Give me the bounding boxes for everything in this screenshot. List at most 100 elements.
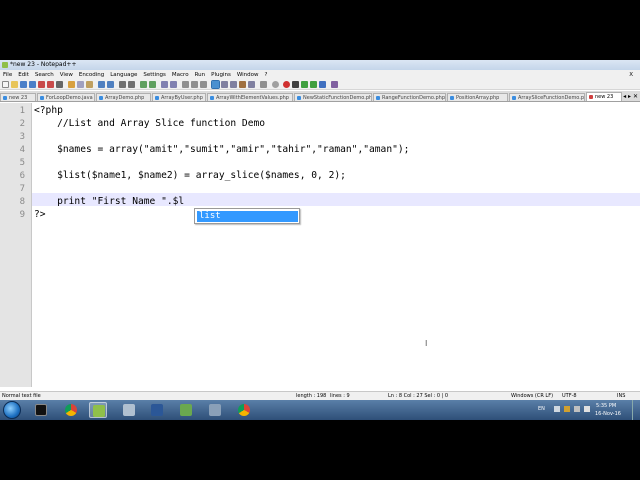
menu-plugins[interactable]: Plugins bbox=[208, 70, 234, 80]
code-line[interactable]: //List and Array Slice function Demo bbox=[34, 118, 265, 130]
editor[interactable]: 1 2 3 4 5 6 7 8 9 <?php //List and Array… bbox=[0, 103, 640, 387]
doc-map-icon[interactable] bbox=[221, 81, 228, 88]
stop-macro-icon[interactable] bbox=[292, 81, 299, 88]
code-line[interactable]: ?> bbox=[34, 209, 46, 221]
paste-icon[interactable] bbox=[86, 81, 93, 88]
tab-arraywithelementvalues[interactable]: ArrayWithElementValues.php bbox=[207, 93, 293, 101]
language-indicator[interactable]: EN bbox=[538, 406, 545, 412]
save-macro-icon[interactable] bbox=[319, 81, 326, 88]
tab-rangefunctiondemo[interactable]: RangeFunctionDemo.php bbox=[373, 93, 446, 101]
run-macro-multiple-icon[interactable] bbox=[310, 81, 317, 88]
menu-window[interactable]: Window bbox=[234, 70, 262, 80]
taskbar-network[interactable] bbox=[206, 402, 224, 418]
tab-new-23-active[interactable]: new 23 bbox=[586, 92, 622, 101]
line-number: 5 bbox=[19, 158, 25, 168]
replace-icon[interactable] bbox=[128, 81, 135, 88]
open-file-icon[interactable] bbox=[11, 81, 18, 88]
menu-file[interactable]: File bbox=[0, 70, 15, 80]
menu-view[interactable]: View bbox=[57, 70, 76, 80]
zoom-out-icon[interactable] bbox=[149, 81, 156, 88]
tab-positionarray[interactable]: PositionArray.php bbox=[447, 93, 508, 101]
taskbar-chrome[interactable] bbox=[62, 402, 80, 418]
function-list-icon[interactable] bbox=[230, 81, 237, 88]
autocomplete-popup: list bbox=[194, 208, 300, 224]
code-line[interactable]: print "First Name ".$l bbox=[34, 196, 184, 208]
taskbar-word[interactable] bbox=[148, 402, 166, 418]
menu-language[interactable]: Language bbox=[107, 70, 140, 80]
undo-icon[interactable] bbox=[98, 81, 105, 88]
code-line[interactable]: <?php bbox=[34, 105, 63, 117]
network-icon[interactable] bbox=[574, 406, 580, 412]
taskbar-tool[interactable] bbox=[120, 402, 138, 418]
user-language-icon[interactable] bbox=[211, 80, 220, 89]
close-all-icon[interactable] bbox=[47, 81, 54, 88]
window-title: *new 23 - Notepad++ bbox=[10, 61, 77, 68]
tray-flag-icon[interactable] bbox=[564, 406, 570, 412]
notepadpp-icon bbox=[2, 62, 8, 68]
redo-icon[interactable] bbox=[107, 81, 114, 88]
menu-encoding[interactable]: Encoding bbox=[76, 70, 107, 80]
show-all-chars-icon[interactable] bbox=[191, 81, 198, 88]
sync-scroll-v-icon[interactable] bbox=[161, 81, 168, 88]
line-number: 1 bbox=[19, 106, 25, 116]
clock-time[interactable]: 5:35 PM bbox=[596, 403, 616, 409]
monitor-icon[interactable] bbox=[248, 81, 255, 88]
line-number-gutter: 1 2 3 4 5 6 7 8 9 bbox=[0, 103, 32, 387]
close-document-button[interactable]: X bbox=[626, 70, 636, 80]
save-icon[interactable] bbox=[20, 81, 27, 88]
word-wrap-icon[interactable] bbox=[182, 81, 189, 88]
taskbar-notepadpp[interactable] bbox=[89, 402, 107, 418]
zoom-in-icon[interactable] bbox=[140, 81, 147, 88]
tab-nav-controls[interactable]: ◂ ▸ ✕ bbox=[623, 93, 638, 100]
sync-scroll-h-icon[interactable] bbox=[170, 81, 177, 88]
line-number: 3 bbox=[19, 132, 25, 142]
indent-guide-icon[interactable] bbox=[200, 81, 207, 88]
menu-edit[interactable]: Edit bbox=[15, 70, 32, 80]
tab-arrayslicefunctiondemo[interactable]: ArraySliceFunctionDemo.php bbox=[509, 93, 585, 101]
close-icon[interactable] bbox=[38, 81, 45, 88]
line-number: 2 bbox=[19, 119, 25, 129]
start-button[interactable] bbox=[3, 401, 21, 419]
line-number: 7 bbox=[19, 184, 25, 194]
show-desktop-button[interactable] bbox=[632, 400, 639, 420]
volume-icon[interactable] bbox=[584, 406, 590, 412]
new-file-icon[interactable] bbox=[2, 81, 9, 88]
menu-run[interactable]: Run bbox=[192, 70, 209, 80]
line-number: 9 bbox=[19, 210, 25, 220]
view-icon[interactable] bbox=[260, 81, 267, 88]
line-number: 8 bbox=[19, 197, 25, 207]
clock-date[interactable]: 16-Nov-16 bbox=[595, 411, 621, 417]
taskbar: EN 5:35 PM 16-Nov-16 bbox=[0, 400, 640, 420]
code-line[interactable]: $list($name1, $name2) = array_slice($nam… bbox=[34, 170, 346, 182]
save-all-icon[interactable] bbox=[29, 81, 36, 88]
taskbar-paint[interactable] bbox=[177, 402, 195, 418]
tab-forloopdemo[interactable]: ForLoopDemo.java bbox=[37, 93, 95, 101]
folder-workspace-icon[interactable] bbox=[239, 81, 246, 88]
cut-icon[interactable] bbox=[68, 81, 75, 88]
tab-arraybyuser[interactable]: ArrayByUser.php bbox=[152, 93, 206, 101]
find-icon[interactable] bbox=[119, 81, 126, 88]
title-bar: *new 23 - Notepad++ bbox=[0, 60, 640, 70]
line-number: 6 bbox=[19, 171, 25, 181]
autocomplete-item[interactable]: list bbox=[197, 211, 298, 222]
tab-newstaticfunctiondemo[interactable]: NewStaticFunctionDemo.php bbox=[294, 93, 372, 101]
tab-arraydemo[interactable]: ArrayDemo.php bbox=[96, 93, 151, 101]
menu-macro[interactable]: Macro bbox=[169, 70, 192, 80]
code-line[interactable]: $names = array("amit","sumit","amir","ta… bbox=[34, 144, 409, 156]
record-macro-icon[interactable] bbox=[283, 81, 290, 88]
spell-check-icon[interactable] bbox=[331, 81, 338, 88]
tab-new-23[interactable]: new 23 bbox=[0, 93, 36, 101]
menu-search[interactable]: Search bbox=[32, 70, 57, 80]
menu-help[interactable]: ? bbox=[262, 70, 271, 80]
status-bar: Normal text file length : 198 lines : 9 … bbox=[0, 391, 640, 400]
tab-bar: new 23 ForLoopDemo.java ArrayDemo.php Ar… bbox=[0, 91, 640, 102]
taskbar-cmd[interactable] bbox=[32, 402, 50, 418]
copy-icon[interactable] bbox=[77, 81, 84, 88]
play-macro-icon[interactable] bbox=[301, 81, 308, 88]
eye-icon[interactable] bbox=[272, 81, 279, 88]
print-icon[interactable] bbox=[56, 81, 63, 88]
menu-settings[interactable]: Settings bbox=[140, 70, 169, 80]
line-number: 4 bbox=[19, 145, 25, 155]
taskbar-chrome-2[interactable] bbox=[235, 402, 253, 418]
tray-arrow-icon[interactable] bbox=[554, 406, 560, 412]
